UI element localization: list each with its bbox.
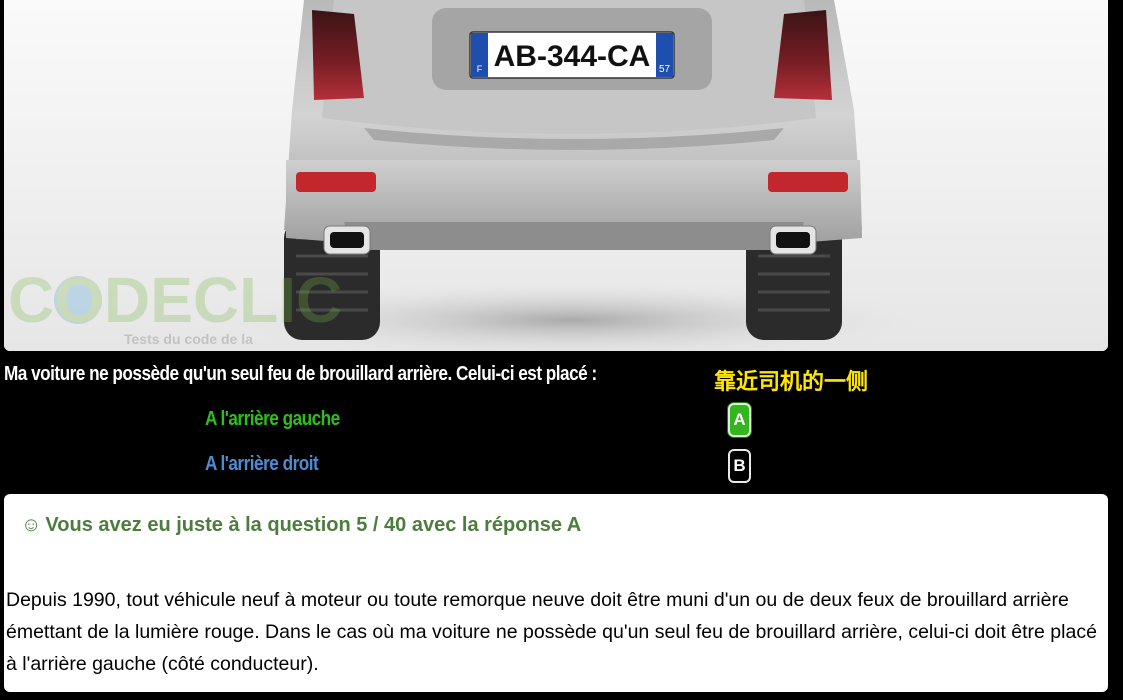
result-title: Vous avez eu juste à la question 5 / 40 … — [45, 514, 582, 536]
car-rear-illustration: F 57 AB-344-CA CODECLIC Tests du code de… — [4, 0, 1108, 351]
answer-key-b-button[interactable]: B — [728, 449, 751, 483]
question-text: Ma voiture ne possède qu'un seul feu de … — [4, 363, 597, 385]
watermark-tagline: Tests du code de la — [124, 331, 253, 347]
answer-option-b[interactable]: A l'arrière droit — [205, 453, 319, 476]
answer-key-a-button[interactable]: A — [728, 403, 751, 437]
question-photo: F 57 AB-344-CA CODECLIC Tests du code de… — [4, 0, 1108, 351]
smiley-icon: ☺ — [21, 514, 42, 536]
watermark-brand: CODECLIC — [8, 264, 342, 336]
result-panel: ☺ Vous avez eu juste à la question 5 / 40… — [4, 494, 1108, 692]
plate-department: 57 — [659, 64, 671, 75]
result-title-row: ☺ Vous avez eu juste à la question 5 / 40… — [21, 514, 581, 537]
plate-number: AB-344-CA — [494, 40, 651, 73]
answer-annotation: 靠近司机的一侧 — [714, 369, 869, 394]
codeclic-watermark: CODECLIC Tests du code de la — [8, 264, 342, 347]
explanation-text: Depuis 1990, tout véhicule neuf à moteur… — [6, 589, 1097, 675]
answer-option-a[interactable]: A l'arrière gauche — [205, 408, 340, 431]
plate-country: F — [477, 64, 483, 74]
